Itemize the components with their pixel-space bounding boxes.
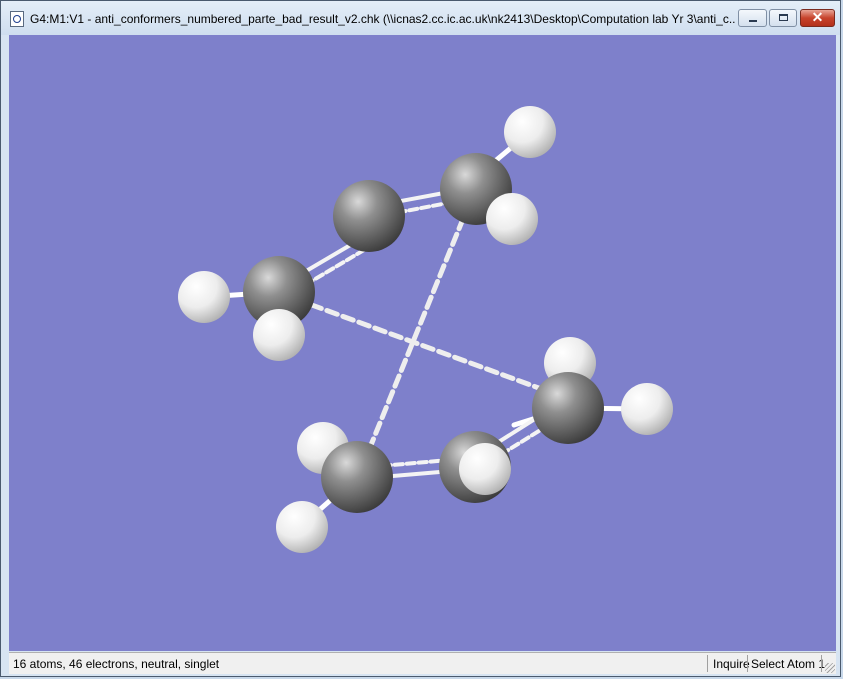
hydrogen-atom[interactable]: [504, 106, 556, 158]
hydrogen-atom[interactable]: [621, 383, 673, 435]
carbon-atom[interactable]: [333, 180, 405, 252]
carbon-atom[interactable]: [532, 372, 604, 444]
hydrogen-atom[interactable]: [459, 443, 511, 495]
title-bar[interactable]: G4:M1:V1 - anti_conformers_numbered_part…: [1, 1, 840, 35]
status-bar: 16 atoms, 46 electrons, neutral, singlet…: [9, 652, 836, 674]
hydrogen-atom[interactable]: [276, 501, 328, 553]
status-mode: Inquire: [713, 657, 750, 671]
status-action: Select Atom 1: [751, 657, 826, 671]
carbon-atom[interactable]: [321, 441, 393, 513]
hydrogen-atom[interactable]: [253, 309, 305, 361]
molecule-view[interactable]: [9, 35, 836, 651]
minimize-button[interactable]: [738, 9, 767, 27]
hydrogen-atom[interactable]: [178, 271, 230, 323]
hydrogen-atom[interactable]: [486, 193, 538, 245]
window-title: G4:M1:V1 - anti_conformers_numbered_part…: [30, 12, 735, 26]
status-divider: [707, 655, 708, 672]
status-divider: [747, 655, 748, 672]
status-divider: [821, 655, 822, 672]
resize-grip-icon[interactable]: [825, 663, 835, 673]
bond-forming-dashed[interactable]: [276, 290, 550, 394]
maximize-button[interactable]: [769, 9, 797, 27]
minimize-icon: [749, 20, 757, 22]
status-summary: 16 atoms, 46 electrons, neutral, singlet: [13, 657, 220, 671]
atoms: [178, 106, 673, 553]
maximize-icon: [779, 14, 788, 21]
app-window: G4:M1:V1 - anti_conformers_numbered_part…: [0, 0, 841, 677]
close-icon: ✕: [811, 9, 824, 25]
gaussview-document-icon[interactable]: [10, 11, 24, 27]
close-button[interactable]: ✕: [800, 9, 835, 27]
molecule-viewport[interactable]: [9, 35, 836, 651]
